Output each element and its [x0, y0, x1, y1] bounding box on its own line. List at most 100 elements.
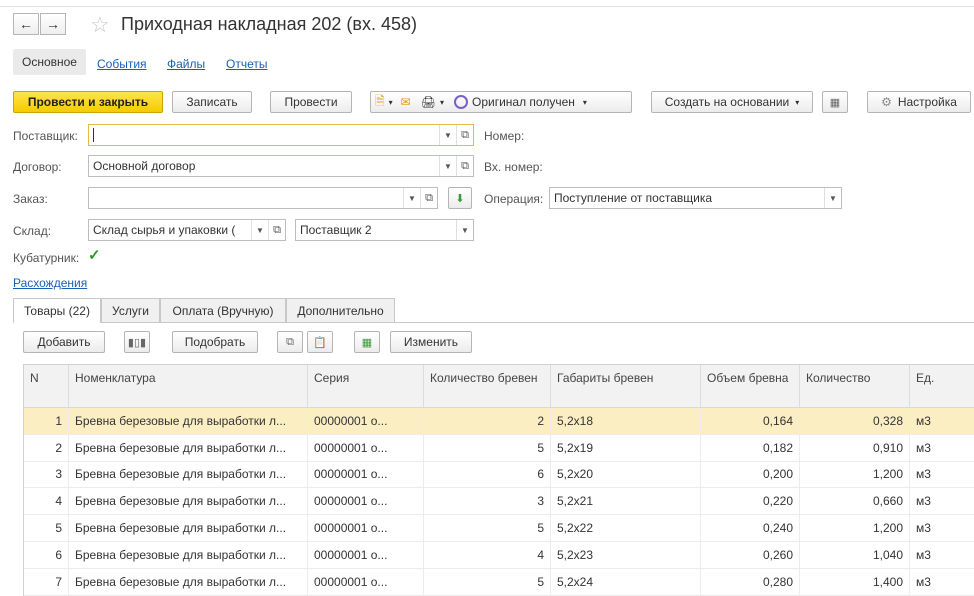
tab-files[interactable]: Файлы: [167, 57, 205, 71]
cell-log-count: 5: [424, 434, 551, 461]
discrepancies-link[interactable]: Расхождения: [13, 276, 87, 290]
cell-log-volume: 0,220: [701, 488, 800, 515]
chevron-down-icon[interactable]: ▼: [824, 188, 841, 208]
change-button[interactable]: Изменить: [390, 331, 472, 353]
contract-field[interactable]: Основной договор ▼ ⧉: [88, 155, 474, 177]
gear-icon: ⚙: [881, 95, 892, 109]
cell-series: 00000001 о...: [308, 541, 424, 568]
structure-icon[interactable]: ▦: [822, 91, 848, 113]
table-row[interactable]: 1 Бревна березовые для выработки л... 00…: [24, 408, 974, 435]
open-icon[interactable]: ⧉: [268, 220, 285, 240]
tab-reports[interactable]: Отчеты: [226, 57, 267, 71]
cell-series: 00000001 о...: [308, 461, 424, 488]
chevron-down-icon[interactable]: ▼: [251, 220, 268, 240]
cell-nomenclature: Бревна березовые для выработки л...: [69, 488, 308, 515]
open-icon[interactable]: ⧉: [456, 156, 473, 176]
chevron-down-icon[interactable]: ▼: [439, 156, 456, 176]
table-row[interactable]: 3 Бревна березовые для выработки л... 00…: [24, 461, 974, 489]
cell-quantity: 1,400: [800, 568, 910, 595]
cell-log-volume: 0,164: [701, 408, 800, 434]
order-field[interactable]: ▼ ⧉: [88, 187, 438, 209]
open-icon[interactable]: ⧉: [420, 188, 437, 208]
warehouse-label: Склад:: [13, 224, 52, 238]
cell-unit: м3: [910, 408, 974, 434]
cell-log-count: 2: [424, 408, 551, 434]
operation-label: Операция:: [484, 192, 544, 206]
document-icon[interactable]: 🗎: [375, 92, 385, 113]
cell-log-volume: 0,260: [701, 541, 800, 568]
pick-button[interactable]: Подобрать: [172, 331, 258, 353]
supplier2-field[interactable]: Поставщик 2 ▼: [295, 219, 474, 241]
open-icon[interactable]: ⧉: [456, 125, 473, 145]
table-row[interactable]: 5 Бревна березовые для выработки л... 00…: [24, 515, 974, 542]
col-header-quantity[interactable]: Количество: [800, 365, 910, 407]
col-header-unit[interactable]: Ед.: [910, 365, 974, 407]
cell-quantity: 1,200: [800, 461, 910, 488]
warehouse-field[interactable]: Склад сырья и упаковки ( ▼ ⧉: [88, 219, 286, 241]
table-header: N Номенклатура Серия Количество бревен Г…: [24, 365, 974, 408]
chevron-down-icon[interactable]: ▾: [389, 98, 393, 107]
supplier-field[interactable]: ▼ ⧉: [88, 124, 474, 146]
cell-log-count: 5: [424, 568, 551, 595]
in-number-label: Вх. номер:: [484, 160, 543, 174]
cell-quantity: 1,200: [800, 515, 910, 541]
post-and-close-button[interactable]: Провести и закрыть: [13, 91, 163, 113]
warehouse-value: Склад сырья и упаковки (: [93, 223, 236, 237]
cell-n: 7: [24, 568, 69, 595]
paste-icon[interactable]: 📋: [307, 331, 333, 353]
post-button[interactable]: Провести: [270, 91, 352, 113]
barcode-icon[interactable]: ▮▯▮: [124, 331, 150, 353]
cell-n: 1: [24, 408, 69, 434]
cell-nomenclature: Бревна березовые для выработки л...: [69, 568, 308, 595]
cell-log-volume: 0,182: [701, 434, 800, 461]
col-header-nomenclature[interactable]: Номенклатура: [69, 365, 308, 407]
chevron-down-icon[interactable]: ▼: [403, 188, 420, 208]
arrow-left-icon: ←: [19, 16, 33, 32]
chevron-down-icon[interactable]: ▾: [440, 98, 444, 107]
add-button[interactable]: Добавить: [23, 331, 105, 353]
col-header-log-size[interactable]: Габариты бревен: [551, 365, 701, 407]
cell-nomenclature: Бревна березовые для выработки л...: [69, 515, 308, 541]
chevron-down-icon[interactable]: ▼: [456, 220, 473, 240]
save-button[interactable]: Записать: [172, 91, 252, 113]
contract-value: Основной договор: [93, 159, 196, 173]
text-cursor: [93, 128, 94, 142]
page-title: Приходная накладная 202 (вх. 458): [121, 14, 417, 34]
cell-series: 00000001 о...: [308, 568, 424, 595]
cell-nomenclature: Бревна березовые для выработки л...: [69, 541, 308, 568]
col-header-log-count[interactable]: Количество бревен: [424, 365, 551, 407]
tab-events[interactable]: События: [97, 57, 147, 71]
operation-field[interactable]: Поступление от поставщика ▼: [549, 187, 842, 209]
chevron-down-icon: ▾: [795, 97, 800, 107]
table-row[interactable]: 2 Бревна березовые для выработки л... 00…: [24, 434, 974, 462]
fill-icon[interactable]: ⬇: [448, 187, 472, 209]
chevron-down-icon[interactable]: ▾: [583, 98, 587, 107]
tab-goods[interactable]: Товары (22): [13, 298, 101, 323]
original-received-button[interactable]: Оригинал получен: [472, 95, 575, 109]
star-icon[interactable]: ☆: [90, 12, 110, 38]
settings-button[interactable]: ⚙ Настройка: [867, 91, 971, 113]
col-header-series[interactable]: Серия: [308, 365, 424, 407]
tab-payment[interactable]: Оплата (Вручную): [160, 298, 286, 322]
chevron-down-icon[interactable]: ▼: [439, 125, 456, 145]
back-button[interactable]: ←: [13, 13, 39, 35]
excel-icon[interactable]: ▦: [354, 331, 380, 353]
tab-additional[interactable]: Дополнительно: [286, 298, 395, 322]
table-row[interactable]: 6 Бревна березовые для выработки л... 00…: [24, 541, 974, 569]
forward-button[interactable]: →: [40, 13, 66, 35]
cell-series: 00000001 о...: [308, 488, 424, 515]
tab-services[interactable]: Услуги: [101, 298, 160, 322]
cell-unit: м3: [910, 515, 974, 541]
print-icon[interactable]: 🖨: [421, 95, 436, 109]
mail-icon[interactable]: ✉: [401, 95, 411, 109]
col-header-n[interactable]: N: [24, 365, 69, 407]
table-row[interactable]: 7 Бревна березовые для выработки л... 00…: [24, 568, 974, 596]
cell-n: 4: [24, 488, 69, 515]
col-header-log-volume[interactable]: Объем бревна: [701, 365, 800, 407]
tab-main[interactable]: Основное: [13, 49, 86, 75]
cubature-checkbox[interactable]: ✓: [88, 248, 104, 264]
copy-icon[interactable]: ⧉: [277, 331, 303, 353]
cell-log-count: 6: [424, 461, 551, 488]
table-row[interactable]: 4 Бревна березовые для выработки л... 00…: [24, 488, 974, 516]
create-based-on-button[interactable]: Создать на основании ▾: [651, 91, 813, 113]
